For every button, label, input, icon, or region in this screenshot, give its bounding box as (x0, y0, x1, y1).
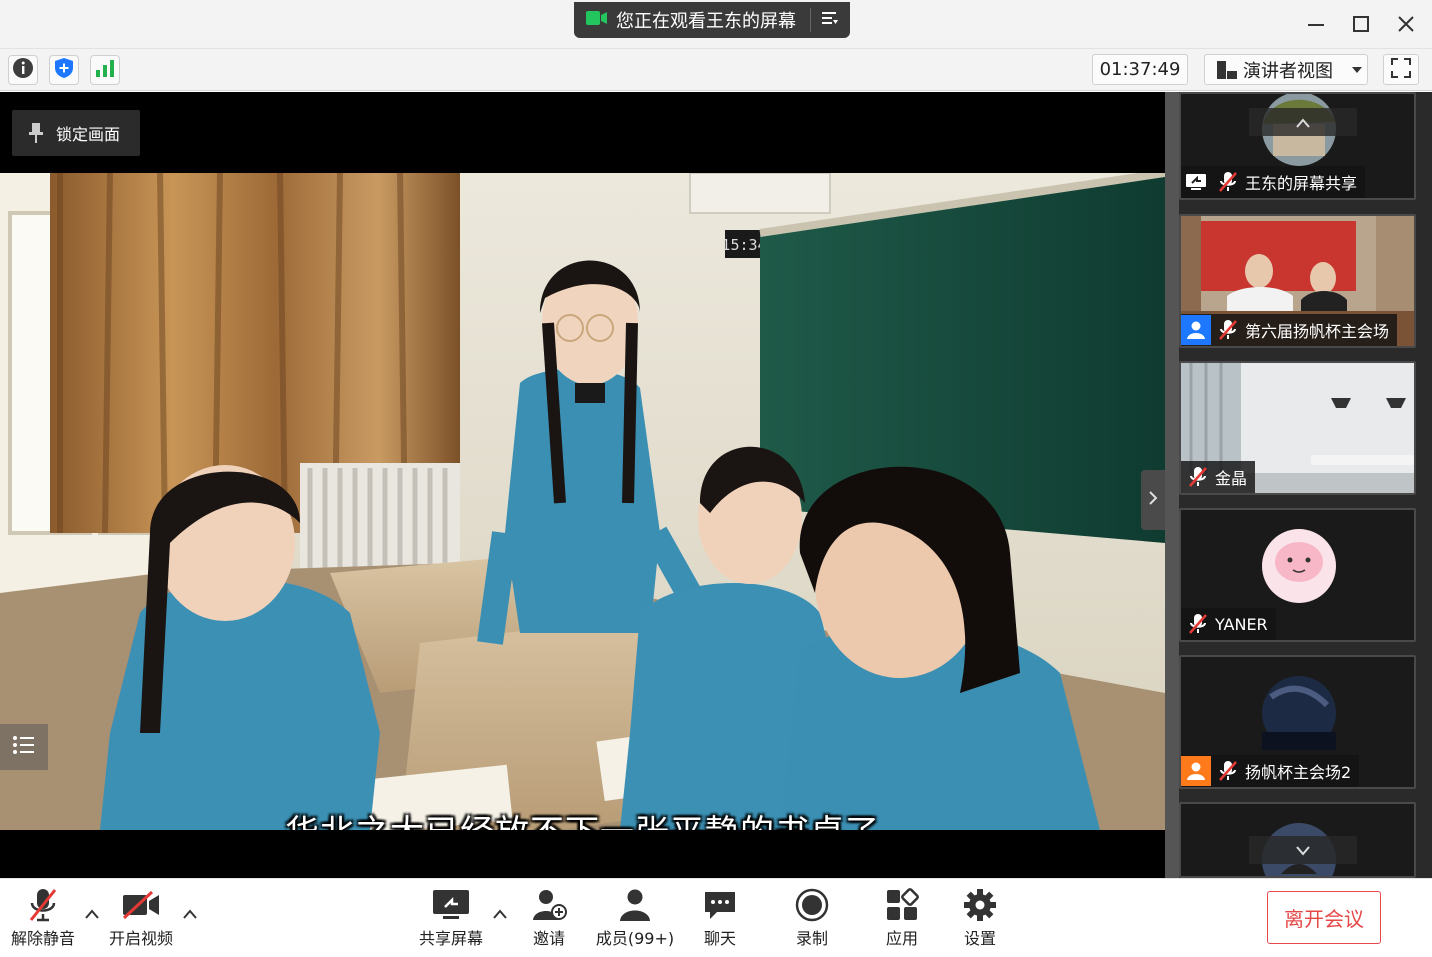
shield-icon (53, 57, 75, 83)
list-icon (12, 735, 36, 759)
apps-grid-icon (885, 885, 919, 925)
mic-muted-icon (1215, 758, 1241, 784)
pill-divider (810, 8, 811, 32)
record-icon (795, 885, 829, 925)
user-icon (1181, 756, 1211, 786)
video-camera-icon (586, 10, 608, 31)
close-button[interactable] (1386, 8, 1426, 40)
chevron-right-icon (1148, 490, 1158, 510)
fullscreen-icon (1390, 57, 1412, 83)
participant-namebar: 扬帆杯主会场2 (1181, 755, 1360, 787)
video-off-icon (122, 885, 160, 925)
apps-label: 应用 (885, 929, 918, 948)
wall-clock: 15:34 (721, 236, 766, 254)
invite-label: 邀请 (532, 929, 565, 948)
scroll-down-button[interactable] (1249, 836, 1357, 864)
participant-name: 第六届扬帆杯主会场 (1245, 322, 1390, 341)
participant-namebar: YANER (1181, 608, 1276, 640)
classroom-scene-image: 15:34 (0, 173, 1165, 830)
signal-bars-icon (94, 57, 116, 83)
record-label: 录制 (795, 929, 828, 948)
members-label: 成员(99+) (595, 929, 675, 948)
leave-meeting-button[interactable]: 离开会议 (1267, 891, 1381, 944)
chevron-up-icon (492, 905, 508, 924)
minimize-button[interactable] (1296, 8, 1336, 40)
participant-tile[interactable] (1179, 802, 1416, 878)
members-button[interactable]: 成员(99+) (594, 885, 676, 953)
chevron-up-icon (182, 905, 198, 924)
share-screen-icon (432, 885, 470, 925)
screen-share-notice[interactable]: 您正在观看王东的屏幕 (574, 2, 850, 38)
members-icon (618, 885, 652, 925)
view-mode-label: 演讲者视图 (1243, 60, 1333, 82)
record-button[interactable]: 录制 (790, 885, 834, 953)
participant-tile[interactable]: 第六届扬帆杯主会场 (1179, 214, 1416, 348)
chat-icon (703, 885, 737, 925)
gallery-scroll-strip[interactable] (1165, 92, 1179, 878)
mic-muted-icon (1215, 169, 1241, 195)
settings-button[interactable]: 设置 (958, 885, 1002, 953)
shared-screen-stage: 15:34 锁定画面 (0, 92, 1165, 878)
participant-name: 金晶 (1215, 469, 1248, 488)
meeting-controls-bar: 解除静音 开启视频 共享屏幕 邀请 成员(99+) 聊天 录制 应用 设置 离开… (0, 878, 1432, 957)
chat-button[interactable]: 聊天 (696, 885, 744, 953)
chevron-up-icon (84, 905, 100, 924)
maximize-button[interactable] (1341, 8, 1381, 40)
screen-share-icon (1181, 167, 1211, 197)
chevron-down-icon (1295, 841, 1311, 860)
settings-label: 设置 (963, 929, 996, 948)
unmute-button[interactable]: 解除静音 (8, 885, 78, 953)
collapse-sidebar-button[interactable] (1141, 470, 1165, 530)
participant-tile[interactable]: 金晶 (1179, 361, 1416, 495)
add-user-icon (531, 885, 567, 925)
video-options-caret[interactable] (182, 905, 198, 921)
scroll-up-button[interactable] (1249, 108, 1357, 136)
participant-tile[interactable]: 扬帆杯主会场2 (1179, 655, 1416, 789)
share-notice-text: 您正在观看王东的屏幕 (616, 11, 796, 32)
participant-namebar: 王东的屏幕共享 (1181, 166, 1366, 198)
list-toggle-button[interactable] (0, 724, 48, 770)
lock-view-label: 锁定画面 (56, 125, 121, 144)
participant-tile[interactable]: YANER (1179, 508, 1416, 642)
pin-icon (28, 122, 44, 144)
view-mode-dropdown[interactable]: 演讲者视图 (1204, 54, 1368, 85)
start-video-label: 开启视频 (108, 929, 173, 948)
participant-namebar: 第六届扬帆杯主会场 (1181, 314, 1398, 346)
participant-namebar: 金晶 (1181, 461, 1256, 493)
menu-icon[interactable] (821, 10, 839, 31)
speaker-view-icon (1216, 60, 1238, 80)
share-options-caret[interactable] (492, 905, 508, 921)
participant-name: YANER (1215, 614, 1268, 634)
user-icon (1181, 315, 1211, 345)
gear-icon (963, 885, 997, 925)
chevron-up-icon (1295, 113, 1311, 132)
start-video-button[interactable]: 开启视频 (106, 885, 176, 953)
info-button[interactable] (8, 55, 38, 85)
security-button[interactable] (49, 55, 79, 85)
participant-tile[interactable]: 王东的屏幕共享 (1179, 92, 1416, 200)
chevron-down-icon (1351, 66, 1363, 74)
audio-options-caret[interactable] (84, 905, 100, 921)
lock-view-button[interactable]: 锁定画面 (12, 110, 140, 156)
meeting-toolbar: 01:37:49 演讲者视图 (0, 48, 1432, 91)
participant-name: 王东的屏幕共享 (1245, 174, 1358, 193)
chat-label: 聊天 (703, 929, 736, 948)
meeting-timer: 01:37:49 (1092, 54, 1188, 85)
title-bar: 您正在观看王东的屏幕 (0, 0, 1432, 48)
share-screen-button[interactable]: 共享屏幕 (416, 885, 486, 953)
network-signal-button[interactable] (90, 55, 120, 85)
mic-muted-icon (1185, 464, 1211, 490)
apps-button[interactable]: 应用 (880, 885, 924, 953)
share-screen-label: 共享屏幕 (418, 929, 483, 948)
mic-muted-icon (1215, 317, 1241, 343)
fullscreen-button[interactable] (1383, 54, 1419, 85)
unmute-label: 解除静音 (10, 929, 75, 948)
invite-button[interactable]: 邀请 (524, 885, 574, 953)
mic-muted-icon (28, 885, 58, 925)
mic-muted-icon (1185, 611, 1211, 637)
shared-video-frame: 15:34 (0, 173, 1165, 830)
info-icon (12, 57, 34, 83)
video-subtitle: 华北之大已经放不下一张平静的书桌了 (0, 805, 1165, 830)
participant-name: 扬帆杯主会场2 (1245, 763, 1352, 782)
